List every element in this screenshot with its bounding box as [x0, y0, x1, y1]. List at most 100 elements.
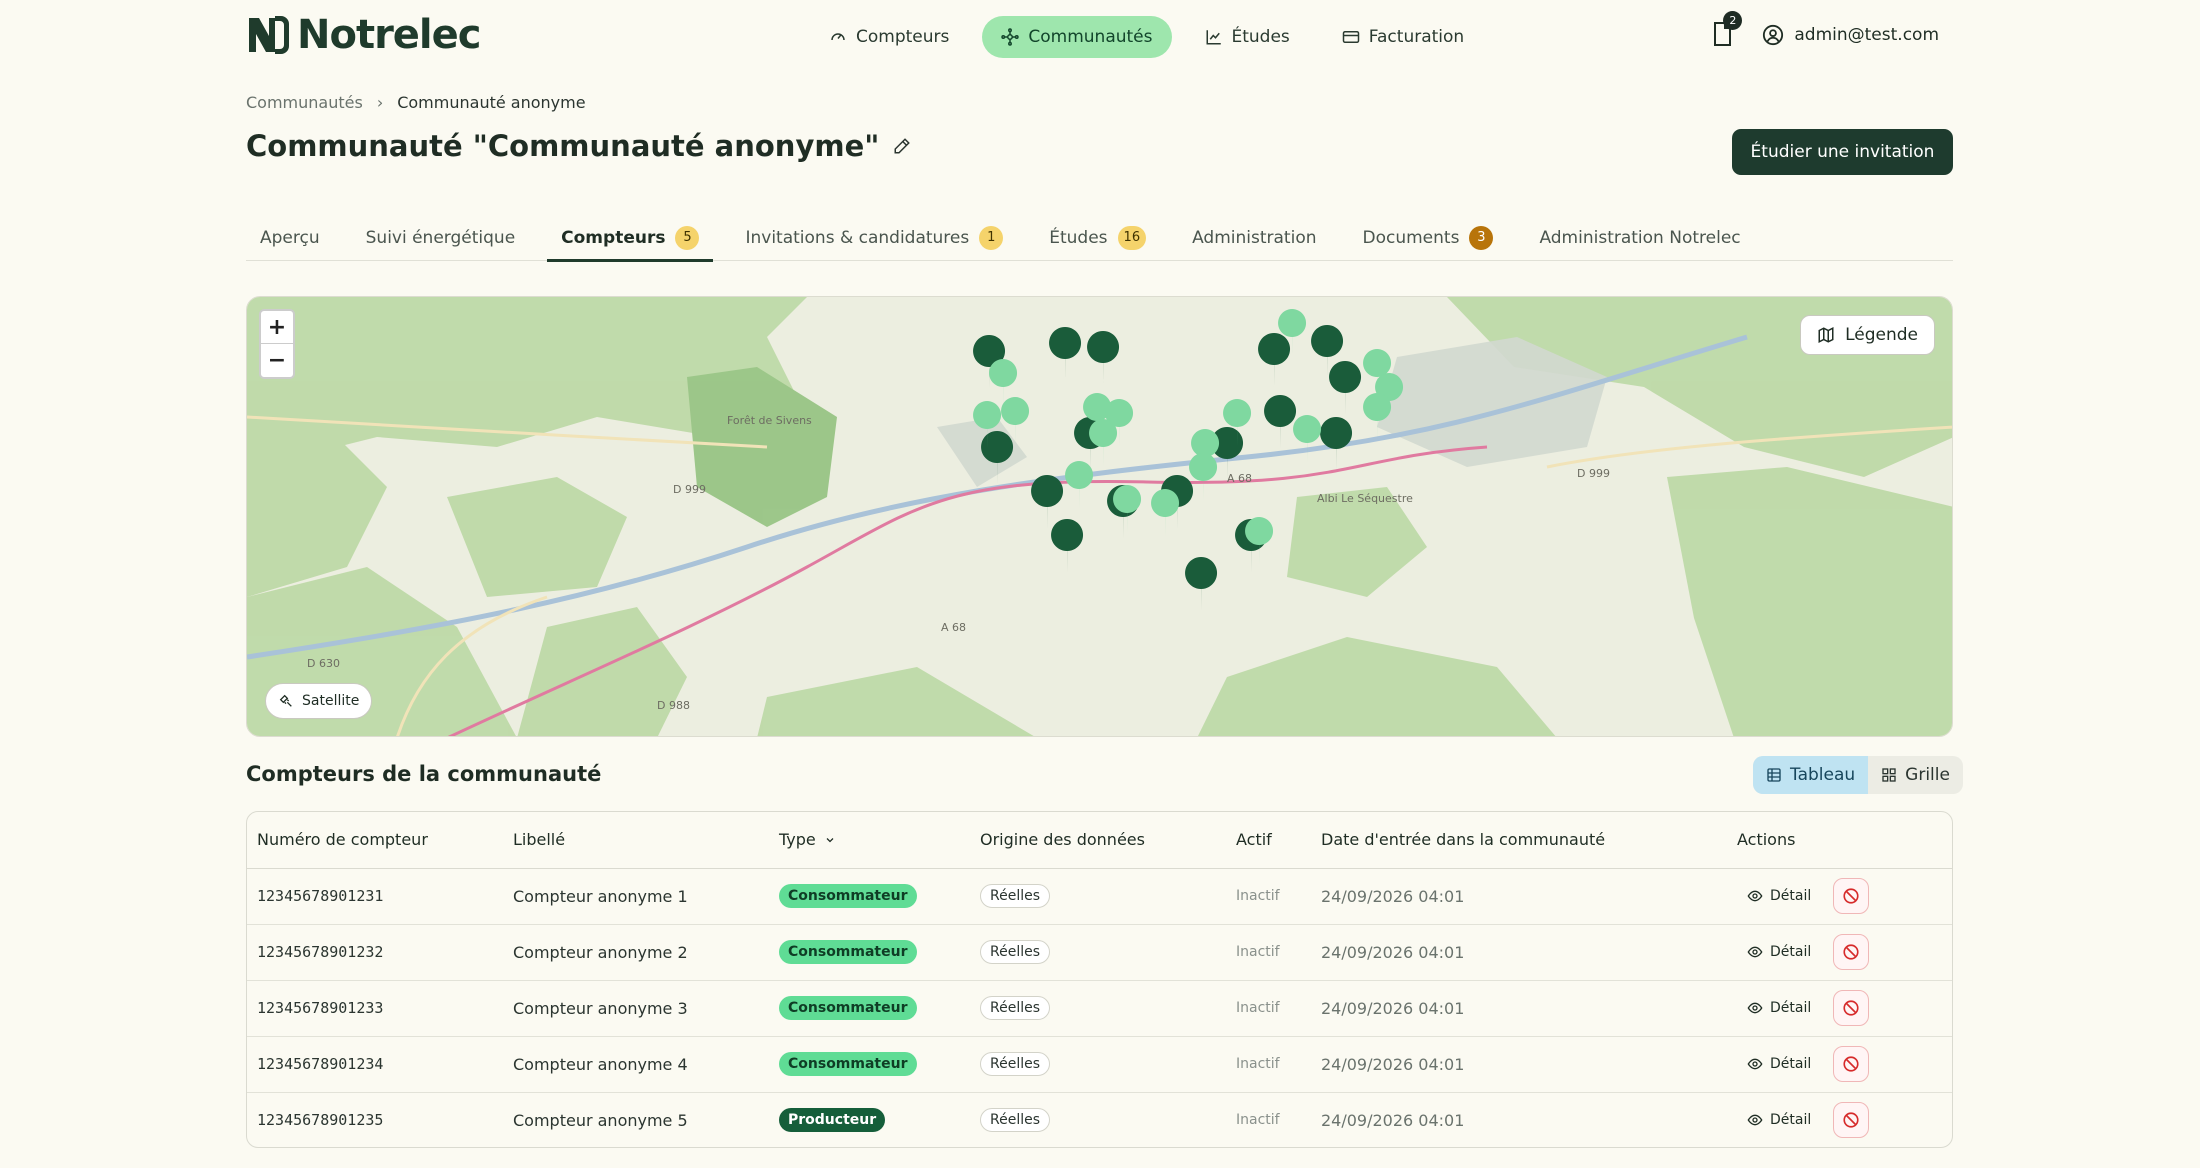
column-header-type[interactable]: Type	[779, 812, 980, 869]
eye-icon	[1747, 1114, 1763, 1126]
eye-icon	[1747, 890, 1763, 902]
table-row[interactable]: 12345678901231 Compteur anonyme 1 Consom…	[247, 868, 1952, 925]
page-title-row: Communauté "Communauté anonyme"	[246, 129, 911, 163]
active-status: Inactif	[1236, 868, 1321, 925]
map-icon	[1818, 327, 1834, 343]
ban-icon	[1843, 1056, 1859, 1072]
tab-label: Invitations & candidatures	[745, 227, 970, 248]
map-label: D 630	[307, 657, 340, 670]
detail-button[interactable]: Détail	[1747, 944, 1811, 960]
tab-label: Aperçu	[260, 227, 320, 248]
data-origin-badge: Réelles	[980, 884, 1051, 908]
tab-compteurs[interactable]: Compteurs 5	[547, 214, 714, 262]
nav-item-compteurs[interactable]: Compteurs	[810, 16, 968, 58]
column-header-actions: Actions	[1737, 812, 1952, 869]
edit-pencil-icon[interactable]	[893, 137, 911, 155]
zoom-out-button[interactable]: −	[261, 344, 293, 377]
table-row[interactable]: 12345678901232 Compteur anonyme 2 Consom…	[247, 924, 1952, 981]
user-circle-icon	[1763, 24, 1784, 46]
data-origin-badge: Réelles	[980, 996, 1051, 1020]
map-background: Forêt de Sivens D 999 D 999 D 630 A 68 D…	[247, 297, 1952, 736]
nav-item-facturation[interactable]: Facturation	[1323, 16, 1483, 58]
column-header-date[interactable]: Date d'entrée dans la communauté	[1321, 812, 1737, 869]
nav-item-communautes[interactable]: Communautés	[982, 16, 1172, 58]
network-icon	[1001, 28, 1020, 46]
remove-meter-button[interactable]	[1833, 1102, 1870, 1139]
data-origin-badge: Réelles	[980, 940, 1051, 964]
app-logo[interactable]: Notrelec	[245, 12, 481, 58]
notifications-button[interactable]: 2	[1710, 11, 1743, 50]
meter-number: 12345678901233	[247, 980, 513, 1037]
tab-suivi-energetique[interactable]: Suivi énergétique	[352, 214, 530, 261]
column-header-origin[interactable]: Origine des données	[980, 812, 1236, 869]
meter-type-badge: Consommateur	[779, 940, 917, 964]
remove-meter-button[interactable]	[1833, 990, 1870, 1026]
nav-item-etudes[interactable]: Études	[1186, 16, 1309, 58]
zoom-controls: + −	[259, 309, 295, 379]
detail-button[interactable]: Détail	[1747, 888, 1811, 904]
credit-card-icon	[1342, 31, 1360, 43]
top-header: Notrelec Compteurs Communautés Études Fa…	[0, 0, 2200, 74]
view-grid-label: Grille	[1905, 765, 1950, 785]
map-label: D 999	[673, 483, 706, 496]
user-menu[interactable]: admin@test.com	[1762, 24, 1939, 46]
detail-button[interactable]: Détail	[1747, 1000, 1811, 1016]
tab-apercu[interactable]: Aperçu	[246, 214, 334, 261]
nav-label: Études	[1231, 27, 1290, 47]
detail-label: Détail	[1770, 1000, 1812, 1016]
meter-number: 12345678901231	[247, 868, 513, 925]
eye-icon	[1747, 946, 1763, 958]
tab-count-badge: 5	[675, 225, 700, 250]
row-actions: Détail	[1737, 1102, 1952, 1139]
tab-label: Administration Notrelec	[1539, 227, 1741, 248]
community-tabs: Aperçu Suivi énergétique Compteurs 5 Invi…	[246, 214, 1953, 262]
map-label: A 68	[1227, 472, 1252, 485]
study-invitation-button[interactable]: Étudier une invitation	[1732, 129, 1953, 175]
column-header-label[interactable]: Libellé	[513, 812, 779, 869]
table-row[interactable]: 12345678901233 Compteur anonyme 3 Consom…	[247, 980, 1952, 1037]
tab-administration-notrelec[interactable]: Administration Notrelec	[1525, 214, 1754, 261]
breadcrumb-parent-link[interactable]: Communautés	[246, 93, 363, 112]
gauge-icon	[831, 33, 845, 41]
active-status: Inactif	[1236, 1036, 1321, 1093]
detail-label: Détail	[1770, 1112, 1812, 1129]
column-header-type-label: Type	[779, 830, 816, 850]
table-row[interactable]: 12345678901235 Compteur anonyme 5 Produc…	[247, 1092, 1952, 1147]
column-header-active[interactable]: Actif	[1236, 812, 1321, 869]
active-status: Inactif	[1236, 924, 1321, 981]
view-toggle: Tableau Grille	[1753, 756, 1963, 794]
view-grid-button[interactable]: Grille	[1868, 756, 1963, 794]
page-title: Communauté "Communauté anonyme"	[246, 129, 880, 163]
entry-date: 24/09/2026 04:01	[1321, 980, 1737, 1037]
meter-label: Compteur anonyme 4	[513, 1036, 779, 1093]
legend-button[interactable]: Légende	[1800, 315, 1935, 355]
entry-date: 24/09/2026 04:01	[1321, 924, 1737, 981]
remove-meter-button[interactable]	[1833, 878, 1870, 914]
eye-icon	[1747, 1058, 1763, 1070]
meter-label: Compteur anonyme 1	[513, 868, 779, 925]
detail-button[interactable]: Détail	[1747, 1112, 1811, 1128]
tab-documents[interactable]: Documents 3	[1349, 214, 1508, 261]
table-row[interactable]: 12345678901234 Compteur anonyme 4 Consom…	[247, 1036, 1952, 1093]
detail-button[interactable]: Détail	[1747, 1056, 1811, 1072]
tab-etudes[interactable]: Études 16	[1035, 214, 1160, 261]
tab-administration[interactable]: Administration	[1178, 214, 1330, 261]
tab-invitations[interactable]: Invitations & candidatures 1	[731, 214, 1017, 261]
view-table-button[interactable]: Tableau	[1753, 756, 1869, 794]
meters-table: Numéro de compteur Libellé Type Origine …	[246, 811, 1953, 1148]
satellite-label: Satellite	[302, 693, 360, 709]
legend-label: Légende	[1845, 325, 1918, 345]
tab-count-badge: 1	[979, 225, 1004, 250]
remove-meter-button[interactable]	[1833, 934, 1870, 970]
map-label: Albi Le Séquestre	[1317, 492, 1413, 505]
tab-label: Études	[1049, 227, 1108, 248]
remove-meter-button[interactable]	[1833, 1046, 1870, 1082]
meter-type-badge: Producteur	[779, 1108, 886, 1133]
zoom-in-button[interactable]: +	[261, 311, 293, 344]
satellite-toggle-button[interactable]: Satellite	[265, 683, 373, 719]
column-header-number[interactable]: Numéro de compteur	[247, 812, 513, 869]
table-header-row: Numéro de compteur Libellé Type Origine …	[247, 812, 1952, 869]
meters-map[interactable]: Forêt de Sivens D 999 D 999 D 630 A 68 D…	[246, 296, 1953, 737]
tab-count-badge: 3	[1469, 225, 1494, 250]
entry-date: 24/09/2026 04:01	[1321, 1036, 1737, 1093]
